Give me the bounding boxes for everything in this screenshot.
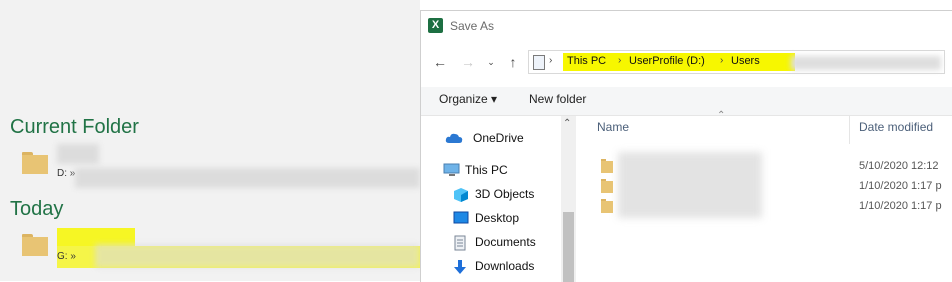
date-modified-cell: 5/10/2020 12:12 (859, 160, 939, 172)
folder-icon (601, 199, 613, 213)
nav-pane-scrollbar[interactable]: ⌃ (561, 116, 576, 282)
folder-icon (22, 234, 48, 256)
nav-item-label: 3D Objects (475, 187, 535, 201)
folder-icon (22, 152, 48, 174)
date-modified-cell: 1/10/2020 1:17 p (859, 200, 942, 212)
documents-icon (454, 235, 466, 251)
excel-icon: X (428, 18, 443, 33)
address-bar[interactable]: › This PC › UserProfile (D:) › Users (528, 50, 945, 74)
current-folder-path: D: » (57, 168, 76, 179)
folder-icon (601, 159, 613, 173)
onedrive-icon (445, 133, 463, 143)
folder-icon (601, 179, 613, 193)
column-header-date-modified[interactable]: Date modified (859, 120, 933, 134)
breadcrumb-users[interactable]: Users (731, 55, 760, 67)
scrollbar-thumb[interactable] (563, 212, 574, 282)
navigation-bar: ← → ⌄ ↑ › This PC › UserProfile (D:) › U… (421, 47, 952, 77)
breadcrumb-userprofile[interactable]: UserProfile (D:) (629, 55, 705, 67)
save-as-dialog: X Save As ← → ⌄ ↑ › This PC › UserProfil… (420, 10, 952, 282)
location-icon (533, 55, 545, 70)
nav-item-label: OneDrive (473, 131, 524, 145)
backstage-panel: Current Folder D: » Today G: » (0, 0, 420, 281)
column-header-name[interactable]: Name (597, 120, 629, 134)
today-heading: Today (10, 198, 64, 220)
organize-button[interactable]: Organize ▾ (439, 92, 497, 106)
table-row[interactable]: 1/10/2020 1:17 p (581, 198, 952, 216)
breadcrumb-this-pc[interactable]: This PC (567, 55, 606, 67)
new-folder-button[interactable]: New folder (529, 92, 586, 106)
nav-item-label: Downloads (475, 259, 535, 273)
dialog-title: Save As (450, 19, 495, 33)
column-divider[interactable] (849, 116, 850, 144)
table-row[interactable]: 5/10/2020 12:12 (581, 158, 952, 176)
redacted-path (75, 168, 420, 188)
title-bar[interactable]: X Save As (421, 11, 952, 41)
forward-icon[interactable]: → (459, 53, 477, 71)
redacted-path (791, 56, 941, 70)
breadcrumb-separator[interactable]: › (720, 55, 723, 66)
scroll-up-icon[interactable]: ⌃ (563, 118, 571, 129)
today-folder-path: G: » (57, 251, 76, 262)
breadcrumb-separator[interactable]: › (618, 55, 621, 66)
breadcrumb-separator: › (549, 55, 553, 66)
nav-item-label: Desktop (475, 211, 520, 225)
current-folder-heading: Current Folder (10, 116, 139, 138)
back-icon[interactable]: ← (431, 53, 449, 71)
table-row[interactable]: 1/10/2020 1:17 p (581, 178, 952, 196)
nav-item-label: This PC (465, 163, 508, 177)
nav-item-label: Documents (475, 235, 536, 249)
sort-indicator-icon: ⌃ (717, 110, 726, 121)
file-list: ⌃ Name Date modified 5/10/2020 12:12 1/1… (581, 110, 952, 282)
redacted-folder-name (57, 144, 99, 164)
desktop-icon (453, 211, 469, 224)
downloads-icon (454, 260, 466, 274)
date-modified-cell: 1/10/2020 1:17 p (859, 180, 942, 192)
3d-objects-icon (454, 188, 468, 202)
redacted-path (95, 244, 420, 268)
pc-icon (443, 163, 460, 176)
dialog-toolbar: Organize ▾ New folder (421, 87, 952, 116)
navigation-pane: OneDrive This PC 3D Objects Desktop Docu… (421, 116, 576, 282)
up-folder-icon[interactable]: ↑ (504, 53, 522, 71)
recent-locations-icon[interactable]: ⌄ (482, 53, 500, 71)
